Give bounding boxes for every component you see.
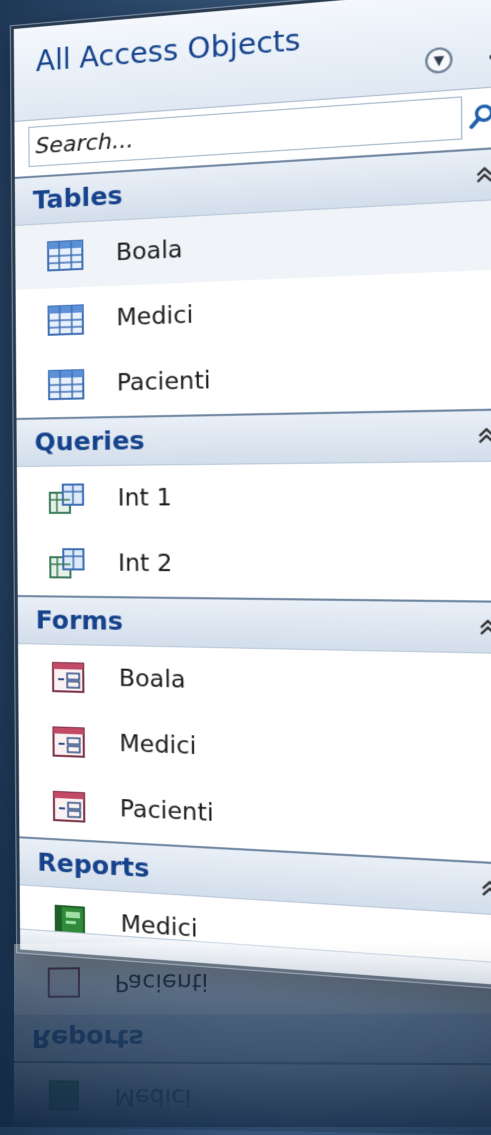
reflection-fade <box>14 936 491 1135</box>
form-icon <box>50 726 86 758</box>
query-icon <box>49 548 85 578</box>
group-label: Queries <box>34 426 144 457</box>
pane-reflection: Medici Reports Pacienti <box>14 936 491 1135</box>
collapse-icon[interactable] <box>479 878 491 899</box>
collapse-icon[interactable] <box>477 618 491 638</box>
item-name: Int 1 <box>118 485 172 512</box>
table-icon <box>47 240 83 272</box>
double-chevron-left-icon[interactable]: ‹‹ <box>487 40 491 71</box>
list-item-query-int-1[interactable]: Int 1 <box>17 461 491 531</box>
item-name: Boala <box>116 237 183 267</box>
collapse-icon[interactable] <box>476 426 491 446</box>
table-icon <box>48 304 84 336</box>
collapse-icon[interactable] <box>474 165 491 186</box>
group-tables: Tables Boala <box>15 146 491 418</box>
navigation-pane: All Access Objects ▼ ‹‹ Tables <box>11 0 491 990</box>
form-icon <box>50 662 86 693</box>
item-name: Pacienti <box>117 368 211 397</box>
group-queries: Queries Int 1 <box>16 408 491 601</box>
table-icon <box>48 369 84 400</box>
desktop-background: All Access Objects ▼ ‹‹ Tables <box>0 0 491 1127</box>
item-name: Boala <box>119 665 186 693</box>
search-icon[interactable] <box>462 94 491 140</box>
list-item-query-int-2[interactable]: Int 2 <box>17 531 491 601</box>
group-label: Forms <box>36 605 124 636</box>
item-name: Medici <box>119 731 196 761</box>
chevron-down-circle-icon[interactable]: ▼ <box>425 46 453 74</box>
form-icon <box>51 791 87 823</box>
group-header-queries[interactable]: Queries <box>16 408 491 467</box>
item-name: Medici <box>116 302 193 331</box>
nav-pane-title[interactable]: All Access Objects <box>36 23 301 79</box>
item-name: Pacienti <box>120 796 214 827</box>
item-name: Int 2 <box>118 550 172 577</box>
group-forms: Forms Boala <box>18 595 491 864</box>
group-label: Tables <box>33 180 123 214</box>
query-icon <box>49 483 85 513</box>
group-label: Reports <box>37 847 149 883</box>
nav-groups: Tables Boala <box>15 146 491 987</box>
